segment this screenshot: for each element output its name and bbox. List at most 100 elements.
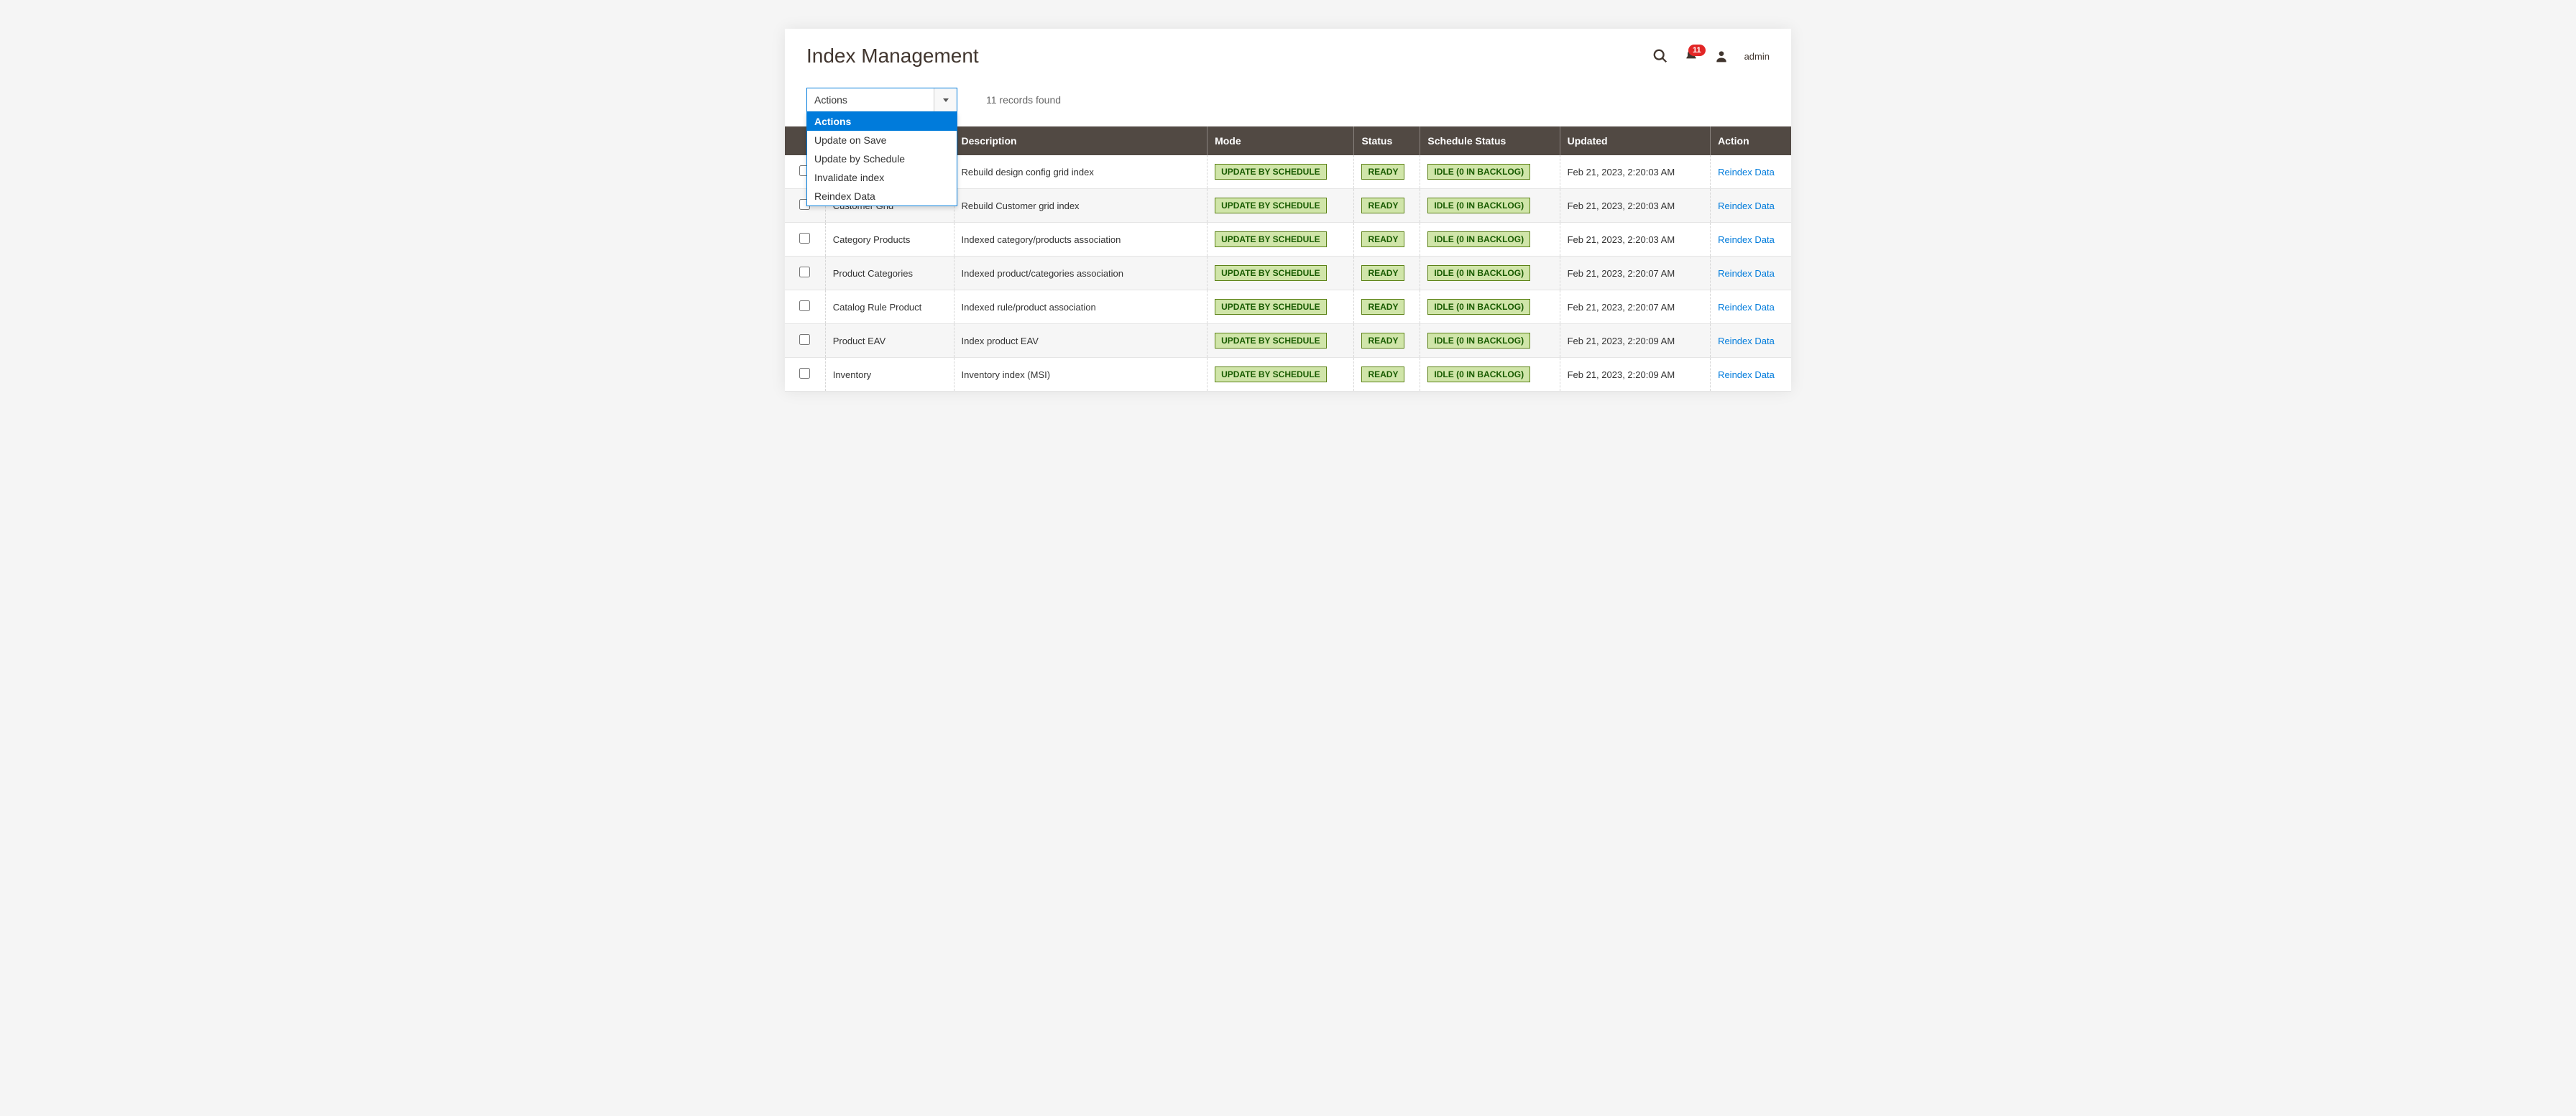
actions-dropdown-item[interactable]: Reindex Data <box>807 187 957 206</box>
reindex-link[interactable]: Reindex Data <box>1718 336 1775 346</box>
schedule-status-badge: IDLE (0 IN BACKLOG) <box>1427 198 1530 213</box>
row-action: Reindex Data <box>1711 290 1791 324</box>
row-description: Rebuild design config grid index <box>954 155 1208 189</box>
actions-dropdown-item[interactable]: Invalidate index <box>807 168 957 187</box>
row-schedule-status: IDLE (0 IN BACKLOG) <box>1420 155 1560 189</box>
row-status: READY <box>1354 155 1420 189</box>
row-updated: Feb 21, 2023, 2:20:03 AM <box>1560 189 1710 223</box>
row-status: READY <box>1354 358 1420 392</box>
reindex-link[interactable]: Reindex Data <box>1718 302 1775 313</box>
table-row: Product CategoriesIndexed product/catego… <box>785 257 1791 290</box>
row-checkbox[interactable] <box>799 334 810 345</box>
reindex-link[interactable]: Reindex Data <box>1718 167 1775 177</box>
schedule-status-badge: IDLE (0 IN BACKLOG) <box>1427 299 1530 315</box>
mode-badge: UPDATE BY SCHEDULE <box>1215 231 1327 247</box>
status-badge: READY <box>1361 231 1404 247</box>
col-header-schedule-status[interactable]: Schedule Status <box>1420 126 1560 155</box>
col-header-status[interactable]: Status <box>1354 126 1420 155</box>
row-mode: UPDATE BY SCHEDULE <box>1208 358 1354 392</box>
row-mode: UPDATE BY SCHEDULE <box>1208 155 1354 189</box>
row-schedule-status: IDLE (0 IN BACKLOG) <box>1420 290 1560 324</box>
notification-badge: 11 <box>1688 45 1706 56</box>
row-indexer: Product Categories <box>825 257 954 290</box>
row-status: READY <box>1354 324 1420 358</box>
schedule-status-badge: IDLE (0 IN BACKLOG) <box>1427 231 1530 247</box>
row-mode: UPDATE BY SCHEDULE <box>1208 223 1354 257</box>
row-updated: Feb 21, 2023, 2:20:07 AM <box>1560 257 1710 290</box>
actions-dropdown: Actions Update on Save Update by Schedul… <box>806 112 957 206</box>
row-indexer: Inventory <box>825 358 954 392</box>
actions-select-label: Actions <box>814 94 847 106</box>
col-header-mode[interactable]: Mode <box>1208 126 1354 155</box>
reindex-link[interactable]: Reindex Data <box>1718 268 1775 279</box>
row-indexer: Product EAV <box>825 324 954 358</box>
mode-badge: UPDATE BY SCHEDULE <box>1215 198 1327 213</box>
row-mode: UPDATE BY SCHEDULE <box>1208 290 1354 324</box>
status-badge: READY <box>1361 299 1404 315</box>
row-action: Reindex Data <box>1711 324 1791 358</box>
col-header-description[interactable]: Description <box>954 126 1208 155</box>
username-label[interactable]: admin <box>1744 51 1770 62</box>
page-container: Index Management 11 admin Actions Action… <box>785 29 1791 392</box>
mode-badge: UPDATE BY SCHEDULE <box>1215 265 1327 281</box>
row-updated: Feb 21, 2023, 2:20:03 AM <box>1560 155 1710 189</box>
status-badge: READY <box>1361 265 1404 281</box>
row-updated: Feb 21, 2023, 2:20:09 AM <box>1560 324 1710 358</box>
records-found-label: 11 records found <box>986 94 1061 106</box>
row-status: READY <box>1354 290 1420 324</box>
search-icon[interactable] <box>1652 48 1668 64</box>
row-description: Indexed rule/product association <box>954 290 1208 324</box>
mode-badge: UPDATE BY SCHEDULE <box>1215 164 1327 180</box>
bell-icon[interactable]: 11 <box>1684 49 1698 63</box>
table-row: InventoryInventory index (MSI) UPDATE BY … <box>785 358 1791 392</box>
row-checkbox[interactable] <box>799 267 810 277</box>
row-checkbox[interactable] <box>799 300 810 311</box>
actions-dropdown-item[interactable]: Update by Schedule <box>807 149 957 168</box>
col-header-updated[interactable]: Updated <box>1560 126 1710 155</box>
user-icon[interactable] <box>1714 49 1729 63</box>
status-badge: READY <box>1361 164 1404 180</box>
status-badge: READY <box>1361 333 1404 349</box>
row-updated: Feb 21, 2023, 2:20:07 AM <box>1560 290 1710 324</box>
row-description: Index product EAV <box>954 324 1208 358</box>
row-updated: Feb 21, 2023, 2:20:03 AM <box>1560 223 1710 257</box>
row-description: Rebuild Customer grid index <box>954 189 1208 223</box>
row-action: Reindex Data <box>1711 358 1791 392</box>
row-checkbox[interactable] <box>799 368 810 379</box>
row-mode: UPDATE BY SCHEDULE <box>1208 324 1354 358</box>
row-action: Reindex Data <box>1711 155 1791 189</box>
row-schedule-status: IDLE (0 IN BACKLOG) <box>1420 257 1560 290</box>
row-checkbox-cell <box>785 290 825 324</box>
row-status: READY <box>1354 223 1420 257</box>
toolbar: Actions Actions Update on Save Update by… <box>785 75 1791 126</box>
row-mode: UPDATE BY SCHEDULE <box>1208 189 1354 223</box>
table-row: Category ProductsIndexed category/produc… <box>785 223 1791 257</box>
row-mode: UPDATE BY SCHEDULE <box>1208 257 1354 290</box>
status-badge: READY <box>1361 366 1404 382</box>
row-schedule-status: IDLE (0 IN BACKLOG) <box>1420 223 1560 257</box>
schedule-status-badge: IDLE (0 IN BACKLOG) <box>1427 265 1530 281</box>
chevron-down-icon <box>934 88 957 111</box>
col-header-action[interactable]: Action <box>1711 126 1791 155</box>
page-title: Index Management <box>806 45 979 68</box>
reindex-link[interactable]: Reindex Data <box>1718 369 1775 380</box>
row-action: Reindex Data <box>1711 257 1791 290</box>
reindex-link[interactable]: Reindex Data <box>1718 200 1775 211</box>
row-schedule-status: IDLE (0 IN BACKLOG) <box>1420 189 1560 223</box>
row-schedule-status: IDLE (0 IN BACKLOG) <box>1420 324 1560 358</box>
actions-select-trigger[interactable]: Actions <box>806 88 957 112</box>
table-row: Catalog Rule ProductIndexed rule/product… <box>785 290 1791 324</box>
actions-dropdown-item[interactable]: Update on Save <box>807 131 957 149</box>
mode-badge: UPDATE BY SCHEDULE <box>1215 366 1327 382</box>
row-action: Reindex Data <box>1711 189 1791 223</box>
status-badge: READY <box>1361 198 1404 213</box>
row-checkbox-cell <box>785 223 825 257</box>
row-description: Indexed product/categories association <box>954 257 1208 290</box>
reindex-link[interactable]: Reindex Data <box>1718 234 1775 245</box>
row-updated: Feb 21, 2023, 2:20:09 AM <box>1560 358 1710 392</box>
row-description: Inventory index (MSI) <box>954 358 1208 392</box>
page-header: Index Management 11 admin <box>785 29 1791 75</box>
row-description: Indexed category/products association <box>954 223 1208 257</box>
table-row: Product EAVIndex product EAVUPDATE BY SC… <box>785 324 1791 358</box>
row-checkbox[interactable] <box>799 233 810 244</box>
